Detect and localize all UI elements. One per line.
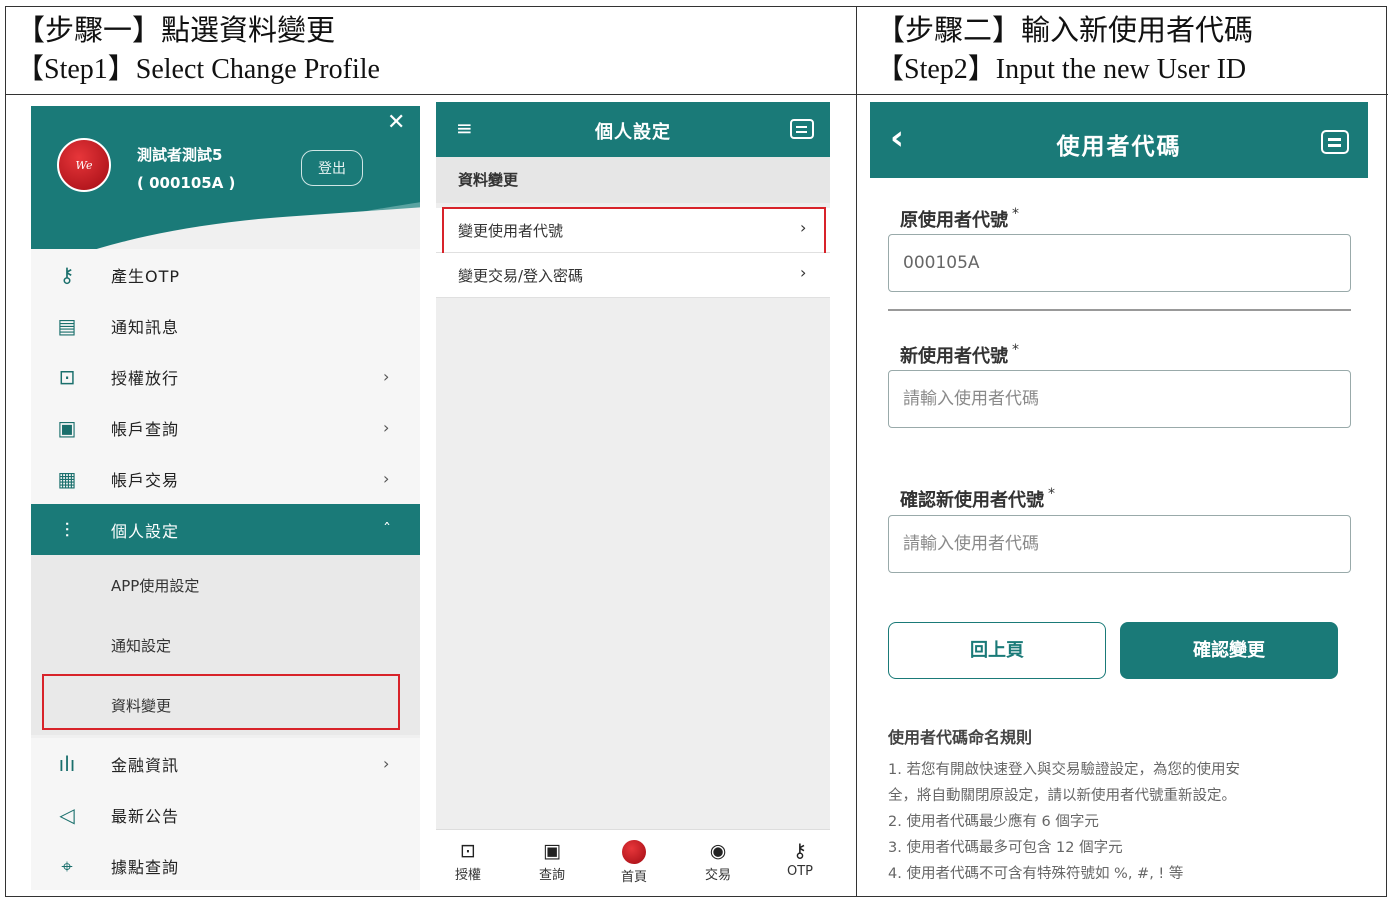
menu-item-announcements[interactable]: ◁ 最新公告 [31,789,420,840]
bottom-tab-bar: ⊡ 授權 ▣ 查詢 首頁 ◉ 交易 ⚷ OTP [436,829,830,890]
confirm-change-button[interactable]: 確認變更 [1120,622,1338,679]
menu-item-financial-info[interactable]: ılı 金融資訊 › [31,738,420,789]
drawer-menu-screenshot: We 測試者測試5 ( 000105A ) 登出 ✕ ⚷ 產生OTP ▤ 通知訊… [31,106,420,890]
rule-line: 全，將自動關閉原設定，請以新使用者代號重新設定。 [888,788,1236,804]
settings-sliders-icon: ⫶ [64,517,70,542]
megaphone-icon: ◁ [59,802,75,827]
menu-item-label: 授權放行 [111,368,180,388]
highlight-box [42,674,400,730]
tab-otp[interactable]: ⚷ OTP [770,838,830,879]
confirm-id-input[interactable]: 請輸入使用者代碼 [888,515,1351,573]
rule-line: 4. 使用者代碼不可含有特殊符號如 %, #, ! 等 [888,866,1184,882]
search-doc-icon: ▣ [543,840,561,862]
menu-item-account-inquiry[interactable]: ▣ 帳戶查詢 › [31,402,420,453]
personal-settings-screenshot: ≡ 個人設定 資料變更 變更使用者代號 › 變更交易/登入密碼 › ⊡ 授權 ▣… [436,102,830,890]
tab-home[interactable]: 首頁 [604,838,664,885]
menu-item-account-transaction[interactable]: ▦ 帳戶交易 › [31,453,420,504]
settings-title: 個人設定 [595,122,671,143]
menu-item-label: 個人設定 [111,521,180,541]
section-header: 資料變更 [436,157,830,203]
bank-logo: We [57,138,111,192]
confirm-id-label: 確認新使用者代號 * [900,486,1055,511]
authorize-icon: ⊡ [460,840,476,862]
step2-header: 【步驟二】輸入新使用者代碼 【Step2】Input the new User … [876,11,1253,89]
tab-transaction[interactable]: ◉ 交易 [688,838,748,883]
menu-item-label: 帳戶查詢 [111,419,180,439]
menu-item-label: 最新公告 [111,806,180,826]
menu-item-notifications[interactable]: ▤ 通知訊息 [31,300,420,351]
menu-item-branch-locator[interactable]: ⌖ 據點查詢 [31,840,420,890]
divider [888,309,1351,311]
account-search-icon: ▣ [57,415,77,440]
chat-icon[interactable] [1321,130,1349,154]
drawer-header: We 測試者測試5 ( 000105A ) 登出 ✕ [31,106,420,252]
change-password-row[interactable]: 變更交易/登入密碼 › [436,253,830,298]
highlight-box [442,207,826,256]
location-icon: ⌖ [61,853,73,878]
submenu-app-settings[interactable]: APP使用設定 [31,555,420,615]
row-label: 變更交易/登入密碼 [458,267,584,285]
user-id: ( 000105A ) [137,174,236,192]
chevron-right-icon: › [383,754,390,773]
user-name: 測試者測試5 [137,146,223,164]
menu-item-otp[interactable]: ⚷ 產生OTP [31,249,420,300]
header-divider [6,94,1388,95]
message-icon: ▤ [57,313,77,338]
tab-label: 首頁 [620,870,647,885]
home-logo-icon [622,840,646,864]
tab-label: OTP [786,864,813,879]
form-title: 使用者代碼 [1056,134,1182,160]
submenu-label: 通知設定 [111,636,172,655]
step1-title-en: 【Step1】Select Change Profile [16,54,380,85]
rules-title: 使用者代碼命名規則 [888,728,1033,747]
menu-item-label: 產生OTP [111,266,181,286]
step2-title-zh: 【步驟二】輸入新使用者代碼 [876,15,1254,47]
key-icon: ⚷ [793,840,807,862]
chart-icon: ılı [58,751,76,776]
menu-item-authorize[interactable]: ⊡ 授權放行 › [31,351,420,402]
rule-line: 3. 使用者代碼最多可包含 12 個字元 [888,840,1123,856]
submenu-notification-settings[interactable]: 通知設定 [31,615,420,675]
chevron-right-icon: › [383,469,390,488]
transaction-icon: ◉ [709,840,727,862]
chat-icon[interactable] [790,119,814,139]
menu-item-label: 帳戶交易 [111,470,180,490]
step1-header: 【步驟一】點選資料變更 【Step1】Select Change Profile [16,11,380,89]
tab-authorize[interactable]: ⊡ 授權 [438,838,498,883]
menu-item-label: 通知訊息 [111,317,180,337]
tab-label: 授權 [454,868,481,883]
settings-top-bar: ≡ 個人設定 [436,102,830,157]
logout-button[interactable]: 登出 [301,150,363,186]
back-button[interactable]: 回上頁 [888,622,1106,679]
original-id-field: 000105A [888,234,1351,292]
key-icon: ⚷ [59,262,75,287]
tab-label: 交易 [704,868,731,883]
rule-line: 1. 若您有開啟快速登入與交易驗證設定，為您的使用安 [888,762,1240,778]
submenu-label: APP使用設定 [111,576,200,595]
chevron-up-icon: ˆ [383,520,391,539]
chevron-right-icon: › [800,263,807,282]
step2-title-en: 【Step2】Input the new User ID [876,54,1247,85]
account-transaction-icon: ▦ [57,466,77,491]
original-id-label: 原使用者代號 * [900,206,1019,231]
menu-item-personal-settings[interactable]: ⫶ 個人設定 ˆ [31,504,420,555]
close-icon[interactable]: ✕ [387,110,405,135]
user-id-form-screenshot: ‹ 使用者代碼 原使用者代號 * 000105A 新使用者代號 * 請輸入使用者代碼… [870,102,1368,890]
form-top-bar: ‹ 使用者代碼 [870,102,1368,178]
step1-title-zh: 【步驟一】點選資料變更 [16,15,336,47]
rule-line: 2. 使用者代碼最少應有 6 個字元 [888,814,1099,830]
menu-item-label: 據點查詢 [111,857,180,877]
chevron-right-icon: › [383,418,390,437]
chevron-right-icon: › [383,367,390,386]
authorize-icon: ⊡ [58,364,76,389]
menu-item-label: 金融資訊 [111,755,180,775]
tab-inquiry[interactable]: ▣ 查詢 [522,838,582,883]
new-id-input[interactable]: 請輸入使用者代碼 [888,370,1351,428]
column-divider [856,7,857,897]
tab-label: 查詢 [538,868,565,883]
new-id-label: 新使用者代號 * [900,342,1019,367]
